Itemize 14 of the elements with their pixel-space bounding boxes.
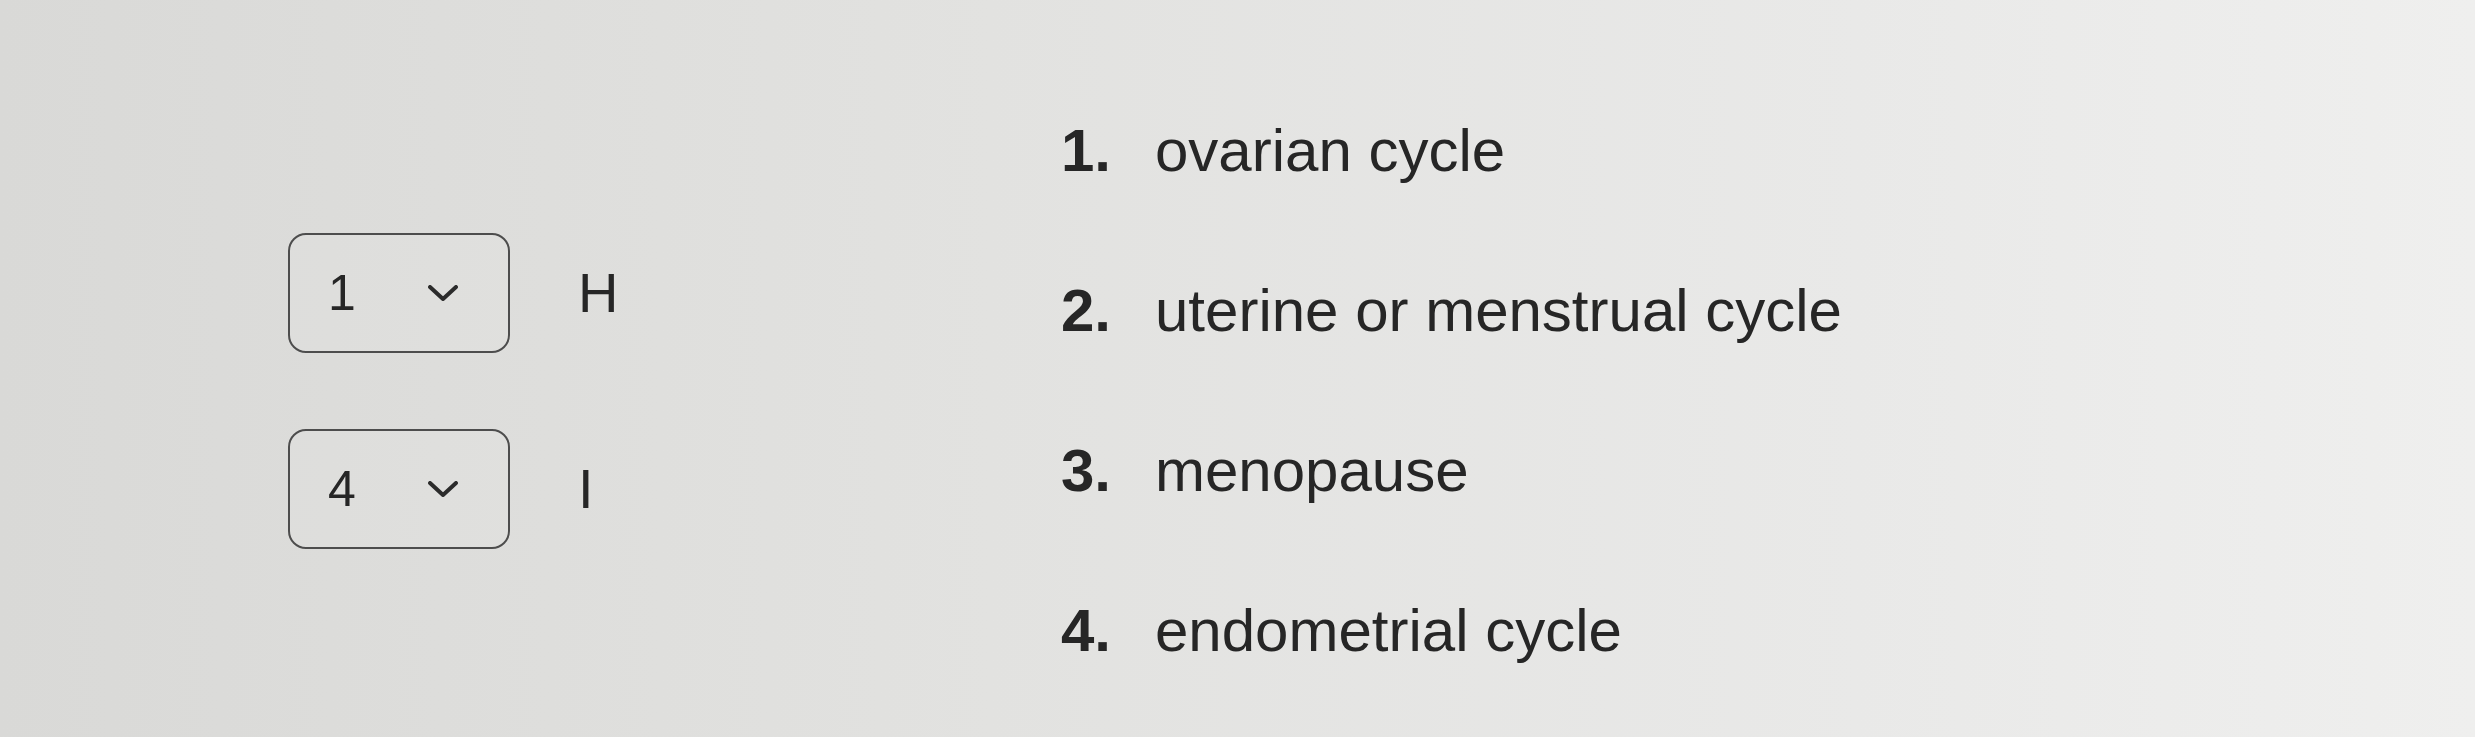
item-label: H bbox=[578, 265, 619, 321]
item-label: I bbox=[578, 461, 594, 517]
list-number: 2. bbox=[1061, 276, 1113, 346]
chevron-down-icon bbox=[428, 285, 458, 301]
answer-dropdown[interactable]: 4 bbox=[288, 429, 510, 549]
option-text: uterine or menstrual cycle bbox=[1155, 276, 1842, 346]
chevron-down-icon bbox=[428, 481, 458, 497]
list-number: 3. bbox=[1061, 436, 1113, 506]
list-number: 1. bbox=[1061, 116, 1113, 186]
option-text: menopause bbox=[1155, 436, 1469, 506]
answer-dropdown[interactable]: 1 bbox=[288, 233, 510, 353]
option-text: ovarian cycle bbox=[1155, 116, 1506, 186]
list-number: 4. bbox=[1061, 596, 1113, 666]
option-text: endometrial cycle bbox=[1155, 596, 1622, 666]
